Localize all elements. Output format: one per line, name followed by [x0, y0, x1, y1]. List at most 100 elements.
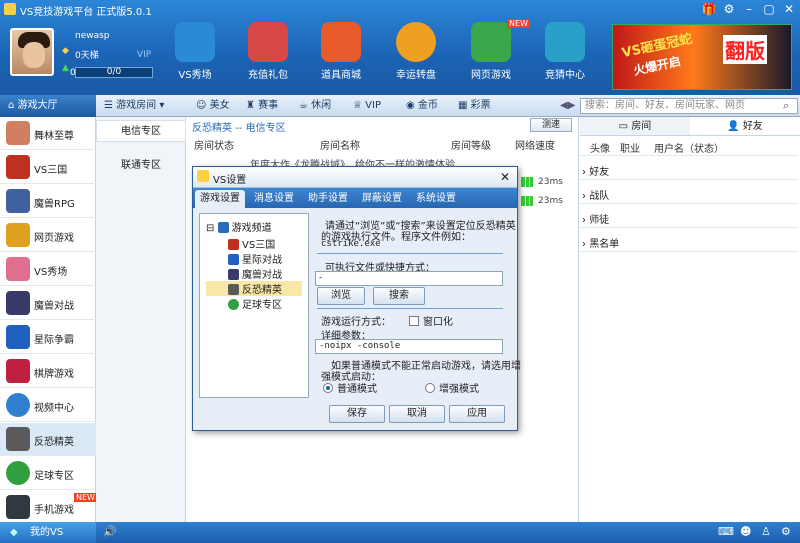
vip-badge[interactable]: VIP: [137, 50, 151, 60]
group-blacklist[interactable]: › 黑名单: [582, 235, 619, 250]
cancel-button[interactable]: 取消: [389, 405, 445, 423]
tab-lottery[interactable]: ▦ 彩票: [458, 95, 491, 117]
tree-root[interactable]: ⊟ 游戏频道: [206, 219, 272, 234]
enhanced-mode-radio[interactable]: 增强模式: [425, 380, 479, 395]
quiz-icon: [545, 22, 585, 62]
sidebar-item-warcraft-rpg[interactable]: 魔兽RPG: [0, 185, 96, 218]
restore-icon[interactable]: ▢: [760, 1, 778, 17]
gear-icon[interactable]: ⚙: [720, 1, 738, 17]
nav-recharge[interactable]: 充值礼包: [238, 20, 298, 92]
close-icon[interactable]: ✕: [780, 1, 798, 17]
sidebar-item-football[interactable]: 足球专区: [0, 457, 96, 490]
nav-shop[interactable]: 道具商城: [311, 20, 371, 92]
tab-game-rooms[interactable]: ☰ 游戏房间 ▾: [104, 95, 164, 117]
tab-message-settings[interactable]: 消息设置: [249, 190, 299, 208]
tab-game-settings[interactable]: 游戏设置: [195, 190, 245, 208]
beauty-icon: ☺: [196, 100, 210, 111]
save-button[interactable]: 保存: [329, 405, 385, 423]
sidebar-item-warcraft-battle[interactable]: 魔兽对战: [0, 287, 96, 320]
tab-casual[interactable]: ☕ 休闲: [299, 95, 331, 117]
tree-item-warcraft[interactable]: 魔兽对战: [228, 266, 282, 281]
column-header-name[interactable]: 房间名称: [320, 137, 360, 152]
keyboard-icon[interactable]: ⌨: [718, 525, 734, 538]
tree-item-vs-three-kingdoms[interactable]: VS三国: [228, 236, 275, 251]
tab-block-settings[interactable]: 屏蔽设置: [357, 190, 407, 208]
params-input[interactable]: -noipx -console: [315, 339, 503, 354]
tab-friends[interactable]: 👤 好友: [690, 117, 800, 136]
tab-rooms[interactable]: ▭ 房间: [580, 117, 690, 136]
video-icon: [6, 393, 30, 417]
apply-button[interactable]: 应用: [449, 405, 505, 423]
close-icon[interactable]: ✕: [497, 169, 513, 185]
speed-test-button[interactable]: 测速: [530, 118, 572, 132]
dialog-tabs: 游戏设置 消息设置 助手设置 屏蔽设置 系统设置: [193, 188, 517, 208]
breadcrumb: 反恐精英 -- 电信专区: [192, 123, 286, 134]
avatar[interactable]: [10, 28, 54, 76]
sidebar-item-vs-three-kingdoms[interactable]: VS三国: [0, 151, 96, 184]
sidebar-item-video-center[interactable]: 视频中心: [0, 389, 96, 422]
collapse-icon: ⊟: [206, 223, 215, 234]
header-job: 职业: [620, 144, 640, 155]
tab-system-settings[interactable]: 系统设置: [411, 190, 461, 208]
group-mentor[interactable]: › 师徒: [582, 211, 609, 226]
sidebar-item-web-games[interactable]: 网页游戏: [0, 219, 96, 252]
scroll-arrow-icon[interactable]: ◀▶: [560, 95, 575, 117]
ladder-icon: ◆: [62, 46, 69, 56]
my-vs-button[interactable]: ◆ 我的VS: [0, 522, 96, 543]
exe-path-input[interactable]: -: [315, 271, 503, 286]
tab-gold[interactable]: ◉ 金币: [406, 95, 438, 117]
shield-icon: [217, 222, 229, 233]
tab-assistant-settings[interactable]: 助手设置: [303, 190, 353, 208]
tab-events[interactable]: ♜ 赛事: [246, 95, 278, 117]
search-icon[interactable]: ⌕: [783, 99, 789, 113]
nav-web-games[interactable]: 网页游戏: [461, 20, 521, 92]
nav-lucky-wheel[interactable]: 幸运转盘: [386, 20, 446, 92]
sidebar-item-vs-show[interactable]: VS秀场: [0, 253, 96, 286]
search-button[interactable]: 搜索: [373, 287, 425, 305]
column-header-status[interactable]: 房间状态: [194, 137, 234, 152]
sidebar-item-starcraft[interactable]: 星际争霸: [0, 321, 96, 354]
sidebar-item-board-games[interactable]: 棋牌游戏: [0, 355, 96, 388]
wheel-icon: [396, 22, 436, 62]
zone-telecom[interactable]: 电信专区: [96, 120, 186, 142]
checkbox-icon: [409, 316, 419, 326]
column-header-speed[interactable]: 网络速度: [515, 137, 555, 152]
search-input[interactable]: 搜索：房间、好友、房间玩家、网页: [580, 98, 798, 114]
shirt-icon[interactable]: ♙: [761, 525, 771, 538]
tab-game-hall[interactable]: ⌂ 游戏大厅: [0, 95, 96, 117]
signal-icon: [521, 196, 533, 206]
tree-item-counter-strike[interactable]: 反恐精英: [206, 281, 302, 296]
volume-icon[interactable]: 🔊: [103, 525, 117, 538]
example-filename: cstrike.exe: [321, 239, 381, 249]
sidebar-item-mobile-games[interactable]: 手机游戏 NEW: [0, 491, 97, 524]
nav-quiz-center[interactable]: 竞猜中心: [535, 20, 595, 92]
football-icon: [6, 461, 30, 485]
settings-icon[interactable]: ⚙: [781, 525, 791, 538]
room-speed: 23ms: [538, 177, 563, 187]
browse-button[interactable]: 浏览: [317, 287, 365, 305]
level-progress: 0/0: [75, 67, 153, 78]
sidebar-item-dance[interactable]: 舞林至尊: [0, 117, 96, 150]
zone-unicom[interactable]: 联通专区: [96, 155, 186, 177]
divider: [580, 227, 798, 228]
tree-item-starcraft[interactable]: 星际对战: [228, 251, 282, 266]
tab-beauty[interactable]: ☺ 美女: [196, 95, 230, 117]
column-header-level[interactable]: 房间等级: [451, 137, 491, 152]
windowed-checkbox[interactable]: 窗口化: [409, 313, 453, 328]
dialog-title-bar[interactable]: VS设置 ✕: [193, 167, 517, 188]
nav-vs-show[interactable]: VS秀场: [165, 20, 225, 92]
group-team[interactable]: › 战队: [582, 187, 609, 202]
tab-vip[interactable]: ♕ VIP: [353, 95, 381, 117]
promo-banner[interactable]: VS砸蛋冠蛇 火爆开启 翻版: [612, 24, 792, 90]
radio-icon: [425, 383, 435, 393]
group-friends[interactable]: › 好友: [582, 163, 609, 178]
gift-icon: [248, 22, 288, 62]
minimize-icon[interactable]: –: [740, 1, 758, 17]
show-icon: [6, 257, 30, 281]
normal-mode-radio[interactable]: 普通模式: [323, 380, 377, 395]
tree-item-football[interactable]: 足球专区: [228, 296, 282, 311]
people-icon[interactable]: ☻: [740, 525, 751, 538]
gift-icon[interactable]: 🎁: [700, 1, 718, 17]
divider: [580, 179, 798, 180]
sidebar-item-counter-strike[interactable]: 反恐精英: [0, 423, 96, 456]
